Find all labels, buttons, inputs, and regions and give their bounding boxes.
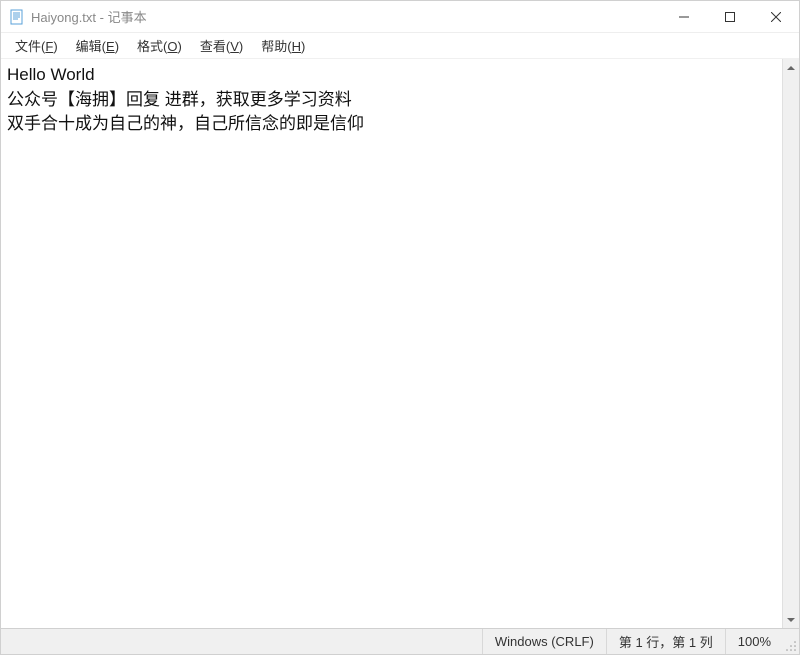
window-controls: [661, 1, 799, 32]
statusbar: Windows (CRLF) 第 1 行，第 1 列 100%: [1, 628, 799, 654]
notepad-window: Haiyong.txt - 记事本 文件(F) 编辑(E) 格式(O) 查看(V…: [0, 0, 800, 655]
titlebar[interactable]: Haiyong.txt - 记事本: [1, 1, 799, 33]
scroll-track[interactable]: [783, 76, 799, 611]
scroll-up-arrow[interactable]: [783, 59, 799, 76]
status-cursor-position: 第 1 行，第 1 列: [606, 629, 725, 654]
menu-format[interactable]: 格式(O): [129, 34, 190, 57]
status-zoom: 100%: [725, 629, 783, 654]
status-line-ending: Windows (CRLF): [482, 629, 606, 654]
maximize-button[interactable]: [707, 1, 753, 32]
menu-edit[interactable]: 编辑(E): [68, 34, 127, 57]
text-editor[interactable]: Hello World 公众号【海拥】回复 进群，获取更多学习资料 双手合十成为…: [1, 59, 782, 628]
menu-help[interactable]: 帮助(H): [253, 34, 313, 57]
minimize-button[interactable]: [661, 1, 707, 32]
app-icon: [9, 9, 25, 25]
menubar: 文件(F) 编辑(E) 格式(O) 查看(V) 帮助(H): [1, 33, 799, 59]
menu-file[interactable]: 文件(F): [7, 34, 66, 57]
window-title: Haiyong.txt - 记事本: [31, 7, 147, 26]
content-area: Hello World 公众号【海拥】回复 进群，获取更多学习资料 双手合十成为…: [1, 59, 799, 628]
menu-view[interactable]: 查看(V): [192, 34, 251, 57]
scroll-down-arrow[interactable]: [783, 611, 799, 628]
vertical-scrollbar[interactable]: [782, 59, 799, 628]
resize-grip-icon[interactable]: [783, 629, 799, 654]
close-button[interactable]: [753, 1, 799, 32]
